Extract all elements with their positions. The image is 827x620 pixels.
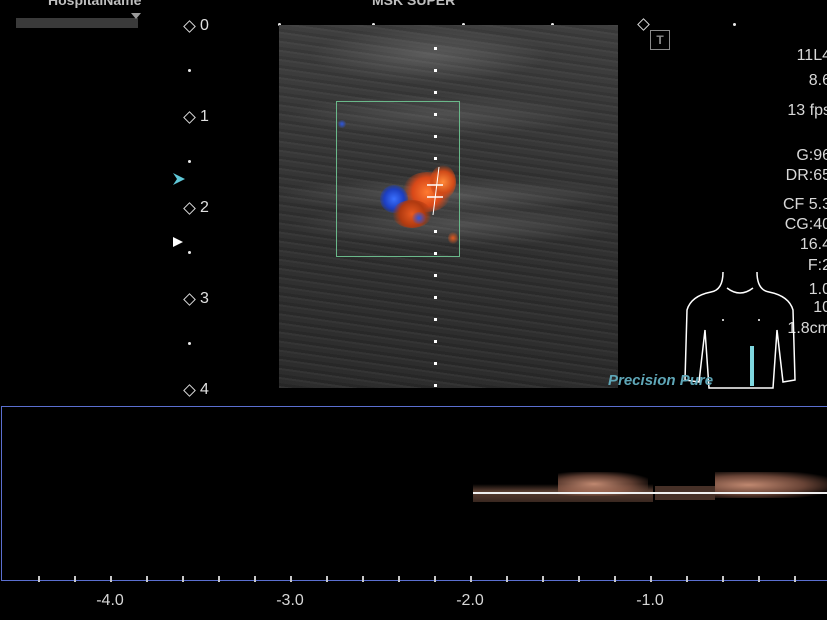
depth-minor-tick — [188, 342, 191, 345]
white-triangle-icon[interactable] — [172, 236, 184, 248]
progress-marker-icon — [131, 13, 141, 19]
depth-label-4: 4 — [200, 381, 209, 398]
depth-tick-0 — [183, 20, 196, 33]
param-prf: 16.4 — [799, 236, 827, 253]
axis-label: -1.0 — [636, 592, 664, 609]
param-cf: CF 5.3 — [782, 196, 827, 213]
param-probe: 11L4 — [796, 47, 827, 64]
depth-minor-tick — [188, 69, 191, 72]
width-marker — [733, 23, 736, 26]
width-marker-diamond — [637, 18, 650, 31]
axis-label: -2.0 — [456, 592, 484, 609]
t-box-icon[interactable]: T — [650, 30, 670, 50]
cyan-arrow-icon[interactable] — [172, 172, 186, 186]
param-gain: G:96 — [796, 147, 827, 164]
param-freq: 8.6 — [808, 72, 827, 89]
param-line5: 1.0 — [808, 281, 827, 298]
depth-label-2: 2 — [200, 199, 209, 216]
hospital-name: HospitalName — [48, 0, 142, 8]
axis-label: -4.0 — [96, 592, 124, 609]
param-line6: 10 — [813, 299, 827, 316]
depth-label-3: 3 — [200, 290, 209, 307]
param-fps: 13 fps — [787, 102, 827, 119]
depth-tick-1 — [183, 111, 196, 124]
depth-label-0: 0 — [200, 17, 209, 34]
axis-label: -3.0 — [276, 592, 304, 609]
study-title: MSK SUPER — [372, 0, 456, 8]
param-filter: F:2 — [807, 257, 827, 274]
param-dr: DR:65 — [785, 167, 827, 184]
sample-volume-gate[interactable] — [425, 165, 447, 219]
depth-tick-3 — [183, 293, 196, 306]
brand-label: Precision Pure — [608, 372, 714, 389]
depth-minor-tick — [188, 160, 191, 163]
depth-tick-2 — [183, 202, 196, 215]
param-cg: CG:40 — [784, 216, 827, 233]
depth-minor-tick — [188, 251, 191, 254]
progress-bar — [16, 18, 138, 28]
depth-tick-4 — [183, 384, 196, 397]
doppler-baseline[interactable] — [473, 492, 827, 494]
depth-label-1: 1 — [200, 108, 209, 125]
